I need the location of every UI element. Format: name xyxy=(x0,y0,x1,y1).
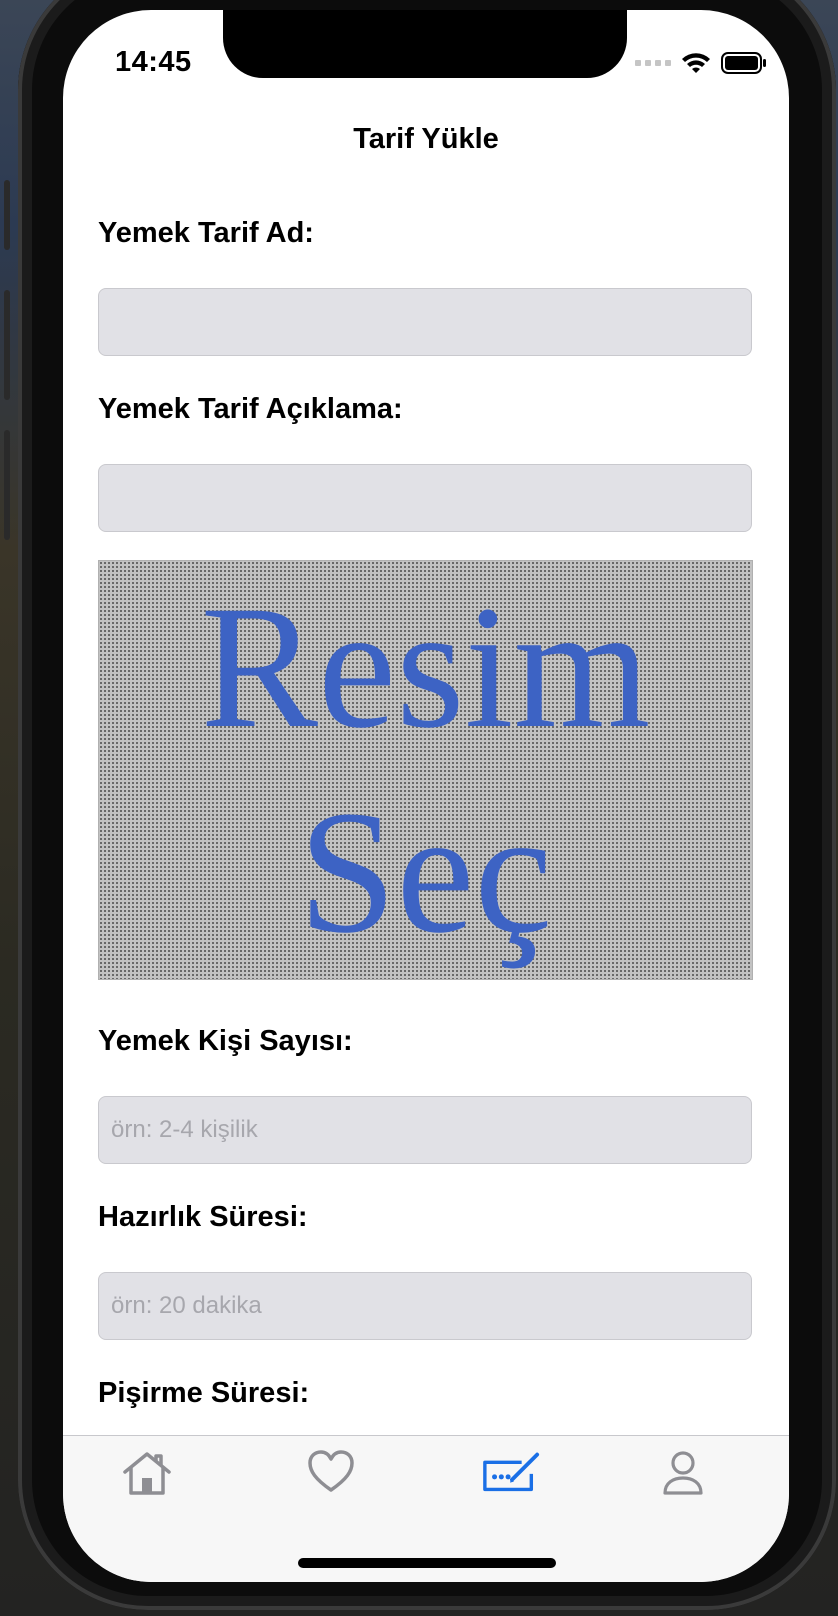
recipe-description-input[interactable] xyxy=(98,464,752,532)
heart-icon xyxy=(308,1450,354,1492)
servings-input[interactable]: örn: 2-4 kişilik xyxy=(98,1096,752,1164)
upload-recipe-icon xyxy=(483,1452,540,1492)
tab-profile[interactable] xyxy=(653,1450,713,1500)
volume-down-button xyxy=(4,430,10,540)
tab-home[interactable] xyxy=(117,1450,177,1500)
app-screen: 14:45 Tarif Yükle Yemek Tarif Ad: Yemek … xyxy=(63,10,789,1582)
image-picker-button[interactable]: Resim Seç xyxy=(98,560,753,980)
recipe-name-label: Yemek Tarif Ad: xyxy=(98,217,314,249)
battery-icon xyxy=(721,52,766,74)
image-picker-label-line1: Resim xyxy=(200,570,651,765)
notch xyxy=(223,10,627,78)
prep-time-label: Hazırlık Süresi: xyxy=(98,1201,308,1233)
image-picker-label-line2: Seç xyxy=(298,775,553,970)
cook-time-label: Pişirme Süresi: xyxy=(98,1377,310,1409)
servings-label: Yemek Kişi Sayısı: xyxy=(98,1025,353,1057)
home-indicator[interactable] xyxy=(298,1558,556,1568)
recipe-name-input[interactable] xyxy=(98,288,752,356)
person-icon xyxy=(663,1451,703,1495)
cellular-signal-icon xyxy=(635,60,671,66)
page-title: Tarif Yükle xyxy=(353,123,499,155)
tab-favorites[interactable] xyxy=(301,1450,361,1500)
mute-switch xyxy=(4,180,10,250)
tab-upload-recipe[interactable] xyxy=(481,1450,541,1500)
recipe-description-label: Yemek Tarif Açıklama: xyxy=(98,393,403,425)
status-icons xyxy=(635,50,767,76)
volume-up-button xyxy=(4,290,10,400)
prep-time-input[interactable]: örn: 20 dakika xyxy=(98,1272,752,1340)
wifi-icon xyxy=(682,53,710,73)
status-time: 14:45 xyxy=(115,46,192,78)
home-icon xyxy=(123,1452,171,1495)
